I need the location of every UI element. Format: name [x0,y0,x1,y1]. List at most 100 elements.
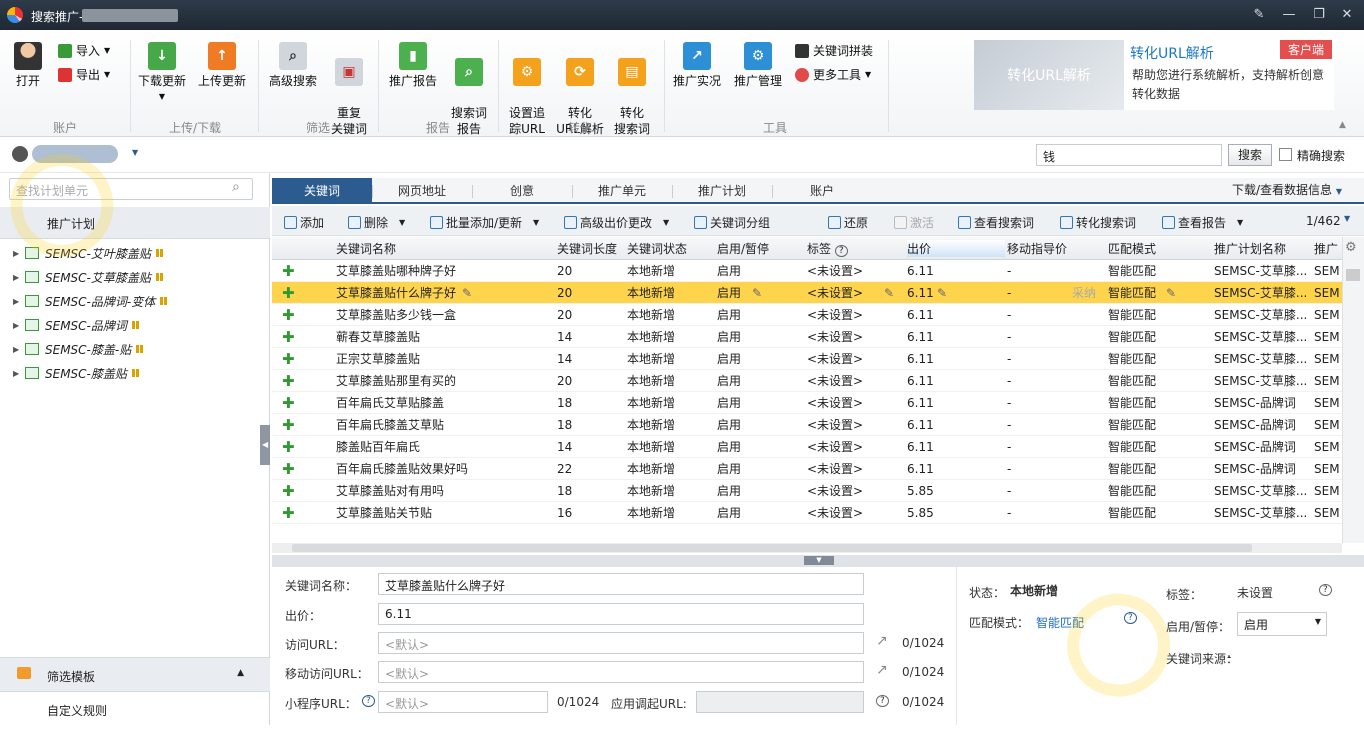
tab-account[interactable]: 账户 [772,178,872,202]
expand-icon[interactable]: ▶ [13,345,21,354]
cell-match[interactable]: 智能匹配 [1108,372,1156,389]
cell-bid[interactable]: 6.11 [907,308,934,322]
table-row[interactable]: ✚ 艾草膝盖贴那里有买的 20 本地新增 启用 <未设置> 6.11 - 智能匹配 SEMSC-艾… [272,370,1342,392]
collapse-icon[interactable]: ▲ [237,668,244,678]
cell-keyword[interactable]: 百年扁氏膝盖艾草贴 [336,416,444,433]
collapse-ribbon-icon[interactable]: ▲ [1339,120,1346,130]
add-button[interactable]: 添加 [284,214,324,231]
cell-enable[interactable]: 启用 [717,416,741,433]
custom-rule-item[interactable]: 自定义规则 [0,692,270,726]
advanced-search-button[interactable]: ⌕ 高级搜索 [266,42,320,89]
col-enable-pause[interactable]: 启用/暂停 [717,240,769,257]
table-row[interactable]: ✚ 艾草膝盖贴哪种牌子好 20 本地新增 启用 <未设置> 6.11 - 智能匹配 SEMSC-艾… [272,260,1342,282]
upload-update-button[interactable]: ↑ 上传更新 [196,42,248,89]
table-row[interactable]: ✚ 百年扁氏膝盖贴效果好吗 22 本地新增 启用 <未设置> 6.11 - 智能匹配 SEMSC-… [272,458,1342,480]
cell-enable[interactable]: 启用 [717,482,741,499]
cell-enable[interactable]: 启用 [717,394,741,411]
cell-match[interactable]: 智能匹配 [1108,350,1156,367]
expand-icon[interactable]: ▶ [13,321,21,330]
cell-bid[interactable]: 6.11 [907,440,934,454]
panel-splitter[interactable]: ◀ [260,425,270,465]
pager-dropdown-icon[interactable]: ▼ [1344,214,1350,223]
table-row[interactable]: ✚ 百年扁氏艾草贴膝盖 18 本地新增 启用 <未设置> 6.11 - 智能匹配 SEMSC-品牌… [272,392,1342,414]
help-icon[interactable]: ? [876,695,889,707]
edit-icon[interactable]: ✎ [752,286,762,300]
cell-match[interactable]: 智能匹配 [1108,328,1156,345]
cell-bid[interactable]: 6.11 [907,374,934,388]
cell-match[interactable]: 智能匹配 [1108,460,1156,477]
cell-bid[interactable]: 6.11 [907,330,934,344]
cell-tag[interactable]: <未设置> [807,328,863,345]
cell-bid[interactable]: 5.85 [907,484,934,498]
search-icon[interactable]: ⌕ [232,179,240,195]
tab-url[interactable]: 网页地址 [372,178,472,202]
close-button[interactable]: ✕ [1338,6,1356,24]
keyword-group-button[interactable]: 关键词分组 [694,214,770,231]
cell-match[interactable]: 智能匹配 [1108,284,1156,301]
promo-banner[interactable]: 转化URL解析 转化URL解析 帮助您进行系统解析，支持解析创意转化数据 客户端 [974,40,1334,110]
table-row[interactable]: ✚ 艾草膝盖贴对有用吗 18 本地新增 启用 <未设置> 5.85 - 智能匹配 SEMSC-艾草… [272,480,1342,502]
tab-plan[interactable]: 推广计划 [672,178,772,202]
search-button[interactable]: 搜索 [1228,144,1272,166]
cell-keyword[interactable]: 正宗艾草膝盖贴 [336,350,420,367]
tab-creative[interactable]: 创意 [472,178,572,202]
keyword-name-input[interactable]: 艾草膝盖贴什么牌子好 [378,573,864,595]
col-mobile-guide-price[interactable]: 移动指导价 [1007,240,1067,257]
keyword-combine-button[interactable]: 关键词拼装 [795,42,873,59]
cell-keyword[interactable]: 蕲春艾草膝盖贴 [336,328,420,345]
cell-enable[interactable]: 启用 [717,350,741,367]
table-row[interactable]: ✚ 蕲春艾草膝盖贴 14 本地新增 启用 <未设置> 6.11 - 智能匹配 SEMSC-艾草膝.… [272,326,1342,348]
cell-tag[interactable]: <未设置> [807,350,863,367]
cell-keyword[interactable]: 百年扁氏艾草贴膝盖 [336,394,444,411]
filter-template-item[interactable]: 筛选模板 ▲ [0,658,270,692]
expand-icon[interactable]: ▶ [13,249,21,258]
vscroll-thumb[interactable] [1346,269,1360,281]
cell-enable[interactable]: 启用 [717,460,741,477]
cell-match[interactable]: 智能匹配 [1108,438,1156,455]
cell-keyword[interactable]: 艾草膝盖贴那里有买的 [336,372,456,389]
table-row[interactable]: ✚ 艾草膝盖贴关节贴 16 本地新增 启用 <未设置> 5.85 - 智能匹配 SEMSC-艾草膝… [272,502,1342,524]
table-row[interactable]: ✚ 膝盖贴百年扁氏 14 本地新增 启用 <未设置> 6.11 - 智能匹配 SEMSC-品牌词 S… [272,436,1342,458]
hscroll-thumb[interactable] [292,544,1252,552]
cell-bid[interactable]: 6.11 [907,418,934,432]
download-update-button[interactable]: ↓ 下载更新 ▼ [136,42,188,105]
table-vertical-scrollbar[interactable]: ⚙ [1342,237,1364,543]
account-dropdown-icon[interactable]: ▼ [132,148,138,157]
table-row[interactable]: ✚ 艾草膝盖贴多少钱一盒 20 本地新增 启用 <未设置> 6.11 - 智能匹配 SEMSC-艾… [272,304,1342,326]
tab-unit[interactable]: 推广单元 [572,178,672,202]
col-match-mode[interactable]: 匹配模式 [1108,240,1156,257]
tab-keyword[interactable]: 关键词 [272,178,372,202]
promotion-report-button[interactable]: ▮ 推广报告 [386,42,440,89]
cell-keyword[interactable]: 艾草膝盖贴哪种牌子好 [336,262,456,279]
cell-keyword[interactable]: 百年扁氏膝盖贴效果好吗 [336,460,468,477]
edit-icon[interactable]: ✎ [884,286,894,300]
mini-program-url-input[interactable]: <默认> [378,691,548,713]
cell-keyword[interactable]: 艾草膝盖贴对有用吗 [336,482,444,499]
cell-match[interactable]: 智能匹配 [1108,504,1156,521]
import-button[interactable]: 导入 ▼ [58,42,110,59]
expand-icon[interactable]: ▶ [13,297,21,306]
client-badge[interactable]: 客户端 [1280,40,1333,59]
advanced-bid-button[interactable]: 高级出价更改 ▼ [564,214,669,231]
plan-tree-item[interactable]: ▶ SEMSC-品牌词-变体 [13,289,263,313]
cell-enable[interactable]: 启用 [717,328,741,345]
cell-tag[interactable]: <未设置> [807,262,863,279]
plan-tree-item[interactable]: ▶ SEMSC-艾草膝盖贴 [13,265,263,289]
cell-enable[interactable]: 启用 [717,372,741,389]
edit-icon[interactable]: ✎ [1250,6,1268,24]
minimize-button[interactable]: — [1280,6,1298,24]
cell-bid[interactable]: 6.11 [907,264,934,278]
match-mode-link[interactable]: 智能匹配 [1036,614,1084,631]
plan-tree-item[interactable]: ▶ SEMSC-膝盖贴 [13,361,263,385]
cell-bid[interactable]: 6.11 [907,462,934,476]
col-unit[interactable]: 推广 [1314,240,1338,257]
restore-button[interactable]: ❐ [1310,6,1328,24]
cell-match[interactable]: 智能匹配 [1108,394,1156,411]
detail-splitter[interactable]: ▼ [272,555,1364,567]
cell-bid[interactable]: 6.11 [907,286,934,300]
col-bid[interactable]: 出价 [907,239,1005,257]
keyword-search-input[interactable]: 钱 [1036,144,1222,166]
open-button[interactable]: 打开 [10,42,46,89]
cell-tag[interactable]: <未设置> [807,504,863,521]
view-search-term-button[interactable]: 查看搜索词 [958,214,1034,231]
